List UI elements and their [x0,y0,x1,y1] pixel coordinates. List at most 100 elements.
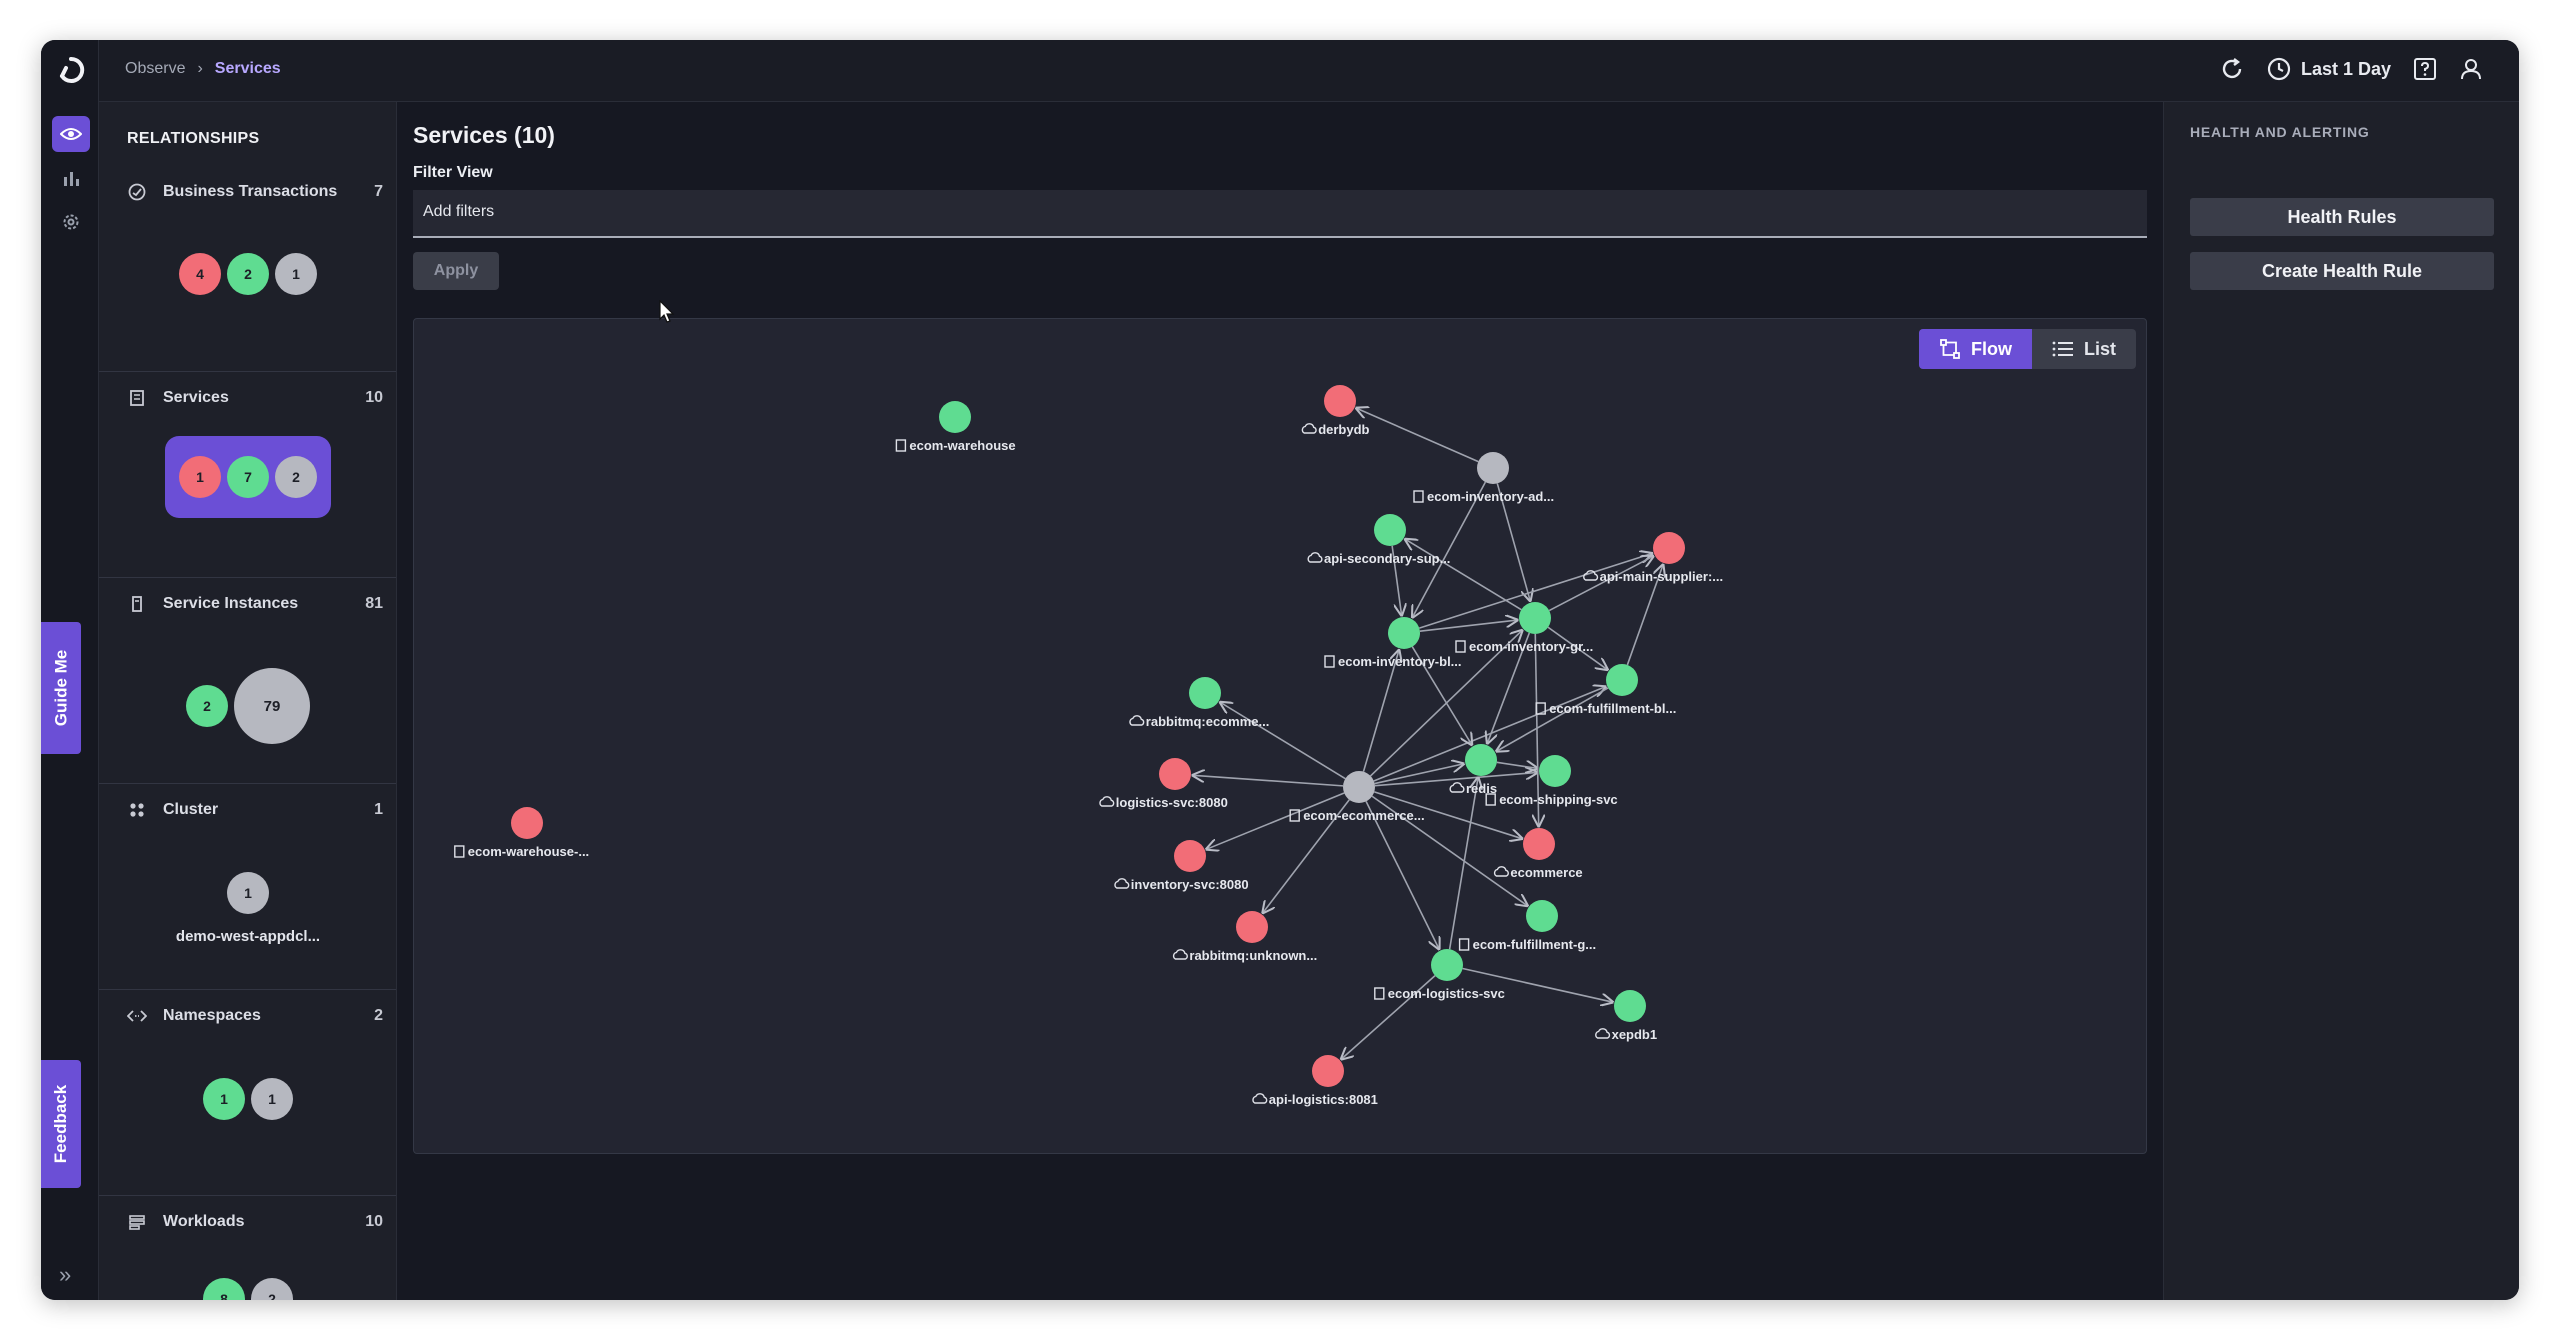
refresh-icon[interactable] [2219,56,2245,82]
service-node[interactable]: ecom-fulfillment-bl... [1535,664,1676,716]
service-node[interactable]: ecom-warehouse-... [454,807,589,859]
service-flow-map[interactable]: ecom-warehouse ecom-warehouse-... derbydb e… [413,318,2147,1154]
time-range-label: Last 1 Day [2300,58,2391,79]
chevron-right-icon: › [197,60,203,77]
node-label: api-secondary-sup... [1324,551,1450,566]
status-bubble-critical[interactable]: 1 [179,456,221,498]
status-bubble-unknown[interactable]: 2 [251,1278,293,1300]
node-label: api-main-supplier:... [1600,569,1724,584]
node-green-circle[interactable] [1374,514,1406,546]
page-title: Services (10) [413,122,555,148]
service-node[interactable]: xepdb1 [1595,990,1657,1042]
rel-count: 81 [365,595,383,612]
node-label: ecom-shipping-svc [1499,792,1617,807]
status-bubble-unknown[interactable]: 79 [234,668,310,744]
status-bubble-normal[interactable]: 2 [227,253,269,295]
status-bubble-normal[interactable]: 7 [227,456,269,498]
relationships-panel: RELATIONSHIPS Business Transactions 7 4 … [99,102,397,1300]
node-red-circle[interactable] [1174,840,1206,872]
rel-count: 10 [365,1213,383,1230]
service-node[interactable]: ecom-shipping-svc [1485,755,1618,807]
view-toggle: Flow List [1918,329,2136,369]
node-green-circle[interactable] [1465,744,1497,776]
node-green-circle[interactable] [1431,949,1463,981]
status-bubble-normal[interactable]: 8 [203,1278,245,1300]
node-red-circle[interactable] [1159,758,1191,790]
node-green-circle[interactable] [1519,602,1551,634]
node-red-circle[interactable] [1523,828,1555,860]
status-bubble-unknown[interactable]: 2 [275,456,317,498]
breadcrumb-observe[interactable]: Observe [125,60,185,78]
node-label: ecom-logistics-svc [1388,986,1505,1001]
status-bubble-unknown[interactable]: 1 [275,253,317,295]
create-health-rule-button[interactable]: Create Health Rule [2190,252,2494,290]
list-view-button[interactable]: List [2032,329,2136,369]
node-green-circle[interactable] [1526,900,1558,932]
expand-rail-icon[interactable]: » [59,1262,71,1288]
flow-edge [1497,687,1609,751]
node-green-circle[interactable] [1614,990,1646,1022]
analytics-nav-button[interactable] [52,160,90,196]
node-red-circle[interactable] [1653,532,1685,564]
service-node[interactable]: derbydb [1301,385,1370,437]
node-green-circle[interactable] [1388,617,1420,649]
rel-namespaces[interactable]: Namespaces 2 1 1 [99,990,396,1196]
help-icon[interactable] [2413,57,2437,81]
rel-services[interactable]: Services 10 1 7 2 [99,372,396,578]
node-green-circle[interactable] [1539,755,1571,787]
time-range-picker[interactable]: Last 1 Day [2267,57,2391,81]
user-icon[interactable] [2459,57,2483,81]
service-node[interactable]: ecom-inventory-bl... [1324,617,1462,669]
service-node[interactable]: logistics-svc:8080 [1099,758,1228,810]
cluster-name[interactable]: demo-west-appdcl... [99,928,396,945]
services-selected-group[interactable]: 1 7 2 [165,436,331,518]
service-node[interactable]: rabbitmq:unknown... [1172,911,1318,963]
service-node[interactable]: ecom-warehouse [895,401,1016,453]
status-bubble-normal[interactable]: 2 [186,685,228,727]
flow-view-button[interactable]: Flow [1918,329,2032,369]
apply-button[interactable]: Apply [413,252,499,290]
feedback-tab[interactable]: Feedback [41,1060,81,1188]
flow-graph[interactable]: ecom-warehouse ecom-warehouse-... derbydb e… [414,319,2148,1155]
status-bubble-unknown[interactable]: 1 [251,1078,293,1120]
guide-me-tab[interactable]: Guide Me [41,622,81,754]
flow-edge [1374,772,1537,787]
filter-input[interactable]: Add filters [413,190,2147,238]
service-node[interactable]: redis [1449,744,1497,796]
cloud-icon [1493,866,1509,877]
flow-edge [1193,775,1344,787]
status-bubble-unknown[interactable]: 1 [227,872,269,914]
rel-workloads[interactable]: Workloads 10 8 2 [99,1196,396,1300]
observe-nav-button[interactable] [52,116,90,152]
node-label: ecom-warehouse-... [468,844,589,859]
rel-business-transactions[interactable]: Business Transactions 7 4 2 1 [99,166,396,372]
status-bubble-normal[interactable]: 1 [203,1078,245,1120]
node-green-circle[interactable] [939,401,971,433]
service-node[interactable]: api-logistics:8081 [1252,1055,1378,1107]
node-red-circle[interactable] [1312,1055,1344,1087]
service-node[interactable]: ecommerce [1493,828,1583,880]
node-green-circle[interactable] [1189,677,1221,709]
status-bubble-critical[interactable]: 4 [179,253,221,295]
service-node[interactable]: inventory-svc:8080 [1114,840,1249,892]
rel-cluster[interactable]: Cluster 1 1 demo-west-appdcl... [99,784,396,990]
node-label: ecom-inventory-ad... [1427,489,1554,504]
service-node[interactable]: ecom-logistics-svc [1374,949,1505,1001]
node-red-circle[interactable] [1324,385,1356,417]
service-node[interactable]: api-main-supplier:... [1583,532,1724,584]
service-node[interactable]: ecom-ecommerce... [1289,771,1425,823]
node-gray-circle[interactable] [1343,771,1375,803]
service-node[interactable]: ecom-fulfillment-g... [1458,900,1597,952]
rel-service-instances[interactable]: Service Instances 81 2 79 [99,578,396,784]
node-gray-circle[interactable] [1477,452,1509,484]
service-node[interactable]: api-secondary-sup... [1307,514,1450,566]
node-red-circle[interactable] [511,807,543,839]
app-logo[interactable] [57,56,85,84]
node-red-circle[interactable] [1236,911,1268,943]
node-label: ecom-inventory-bl... [1338,654,1462,669]
health-rules-button[interactable]: Health Rules [2190,198,2494,236]
service-node[interactable]: rabbitmq:ecomme... [1129,677,1269,729]
node-green-circle[interactable] [1606,664,1638,696]
settings-nav-button[interactable] [52,204,90,240]
service-node[interactable]: ecom-inventory-ad... [1413,452,1554,504]
